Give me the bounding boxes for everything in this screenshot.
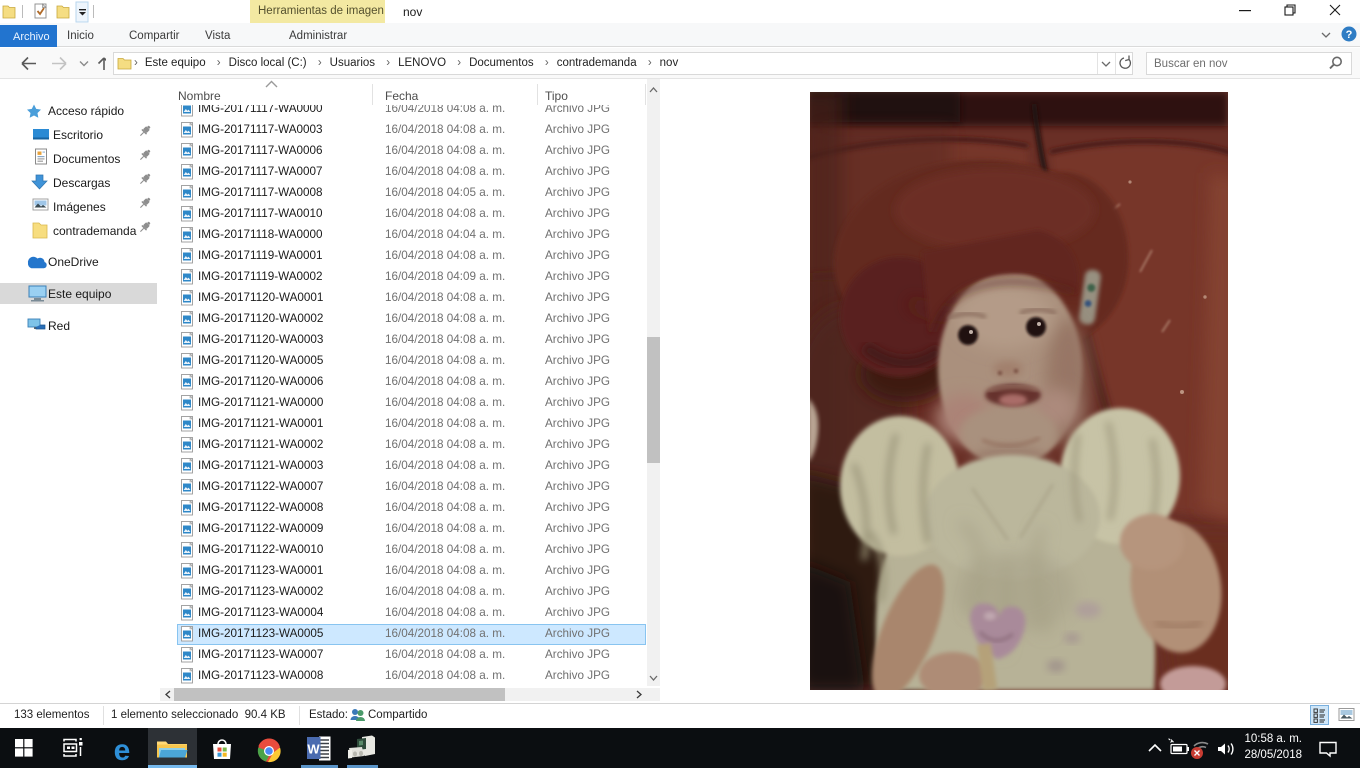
svg-text:?: ? [1346, 29, 1353, 41]
svg-text:e: e [114, 734, 131, 767]
svg-text:W: W [307, 742, 320, 757]
